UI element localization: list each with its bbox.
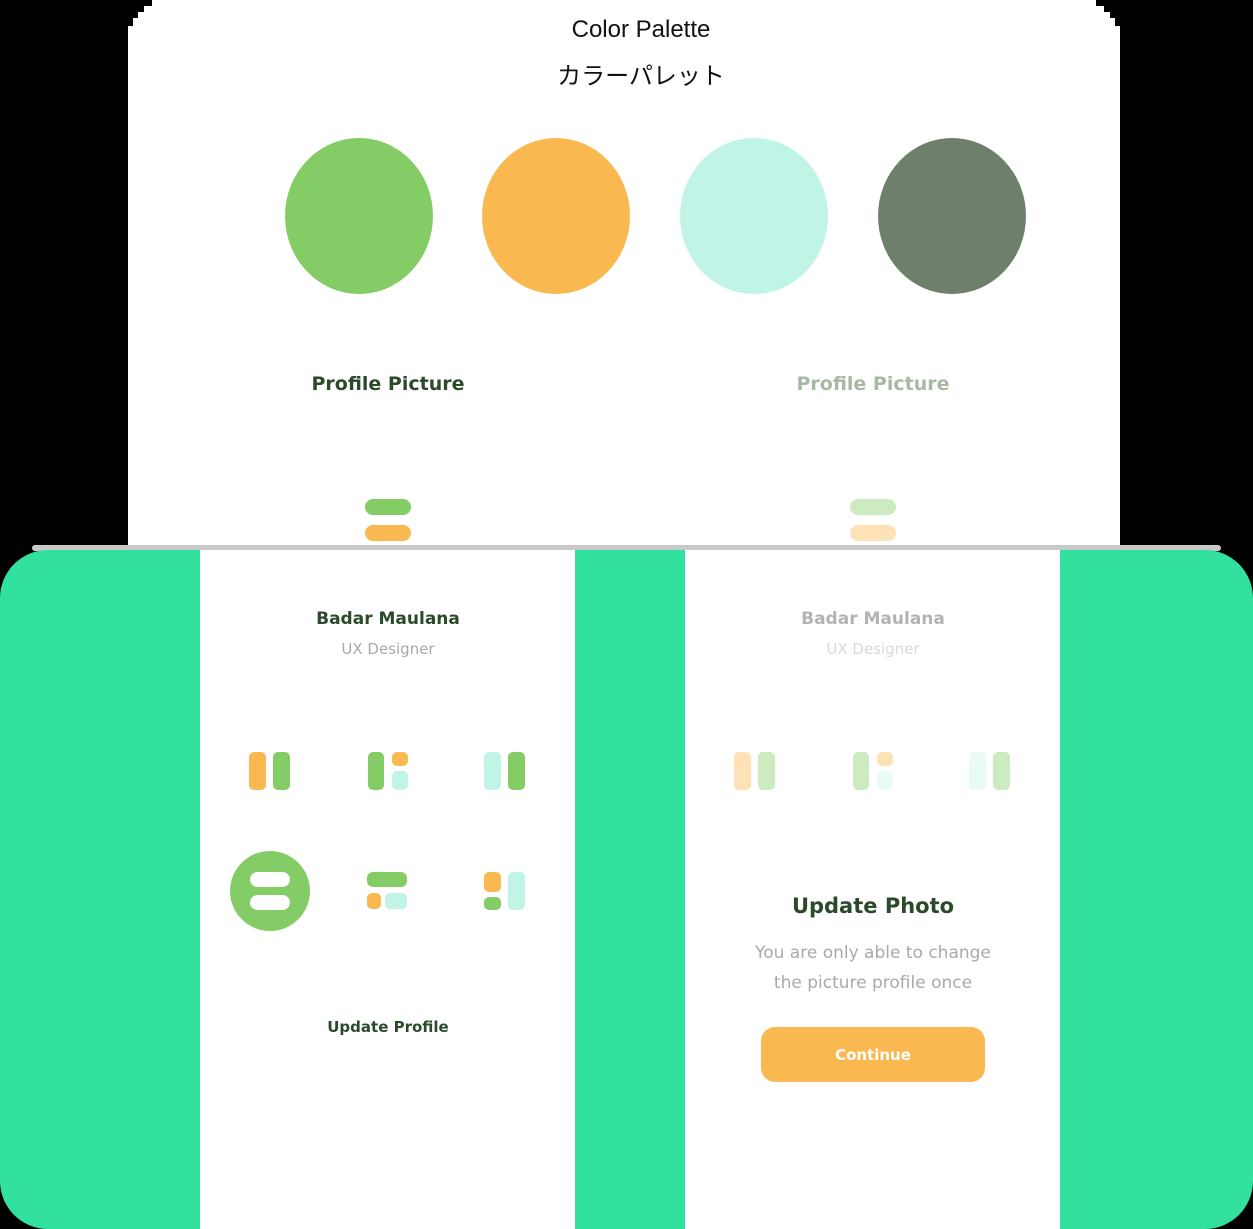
avatar-logo-bottom-bar-faded: [850, 525, 896, 541]
avatar-option-3-faded: [969, 752, 1013, 792]
profile-name-faded: Badar Maulana: [801, 609, 945, 629]
left-heading: Profile Picture: [311, 373, 465, 395]
avatar-option-1[interactable]: [249, 752, 293, 792]
description-line-2: the picture profile once: [773, 973, 973, 993]
description-line-1: You are only able to change: [755, 943, 991, 963]
update-photo-title: Update Photo: [791, 894, 955, 918]
profile-role: UX Designer: [341, 640, 435, 658]
avatar-logo-top-bar: [365, 499, 411, 515]
palette-title: Color Palette: [571, 16, 711, 43]
right-heading: Profile Picture: [796, 373, 950, 395]
avatar-option-2-faded: [853, 752, 897, 792]
swatch-dark-green: [878, 138, 1026, 294]
avatar-option-3[interactable]: [484, 752, 528, 792]
avatar-logo-top-bar-faded: [850, 499, 896, 515]
profile-role-faded: UX Designer: [826, 640, 920, 658]
avatar-option-2[interactable]: [368, 752, 412, 792]
avatar-logo-bottom-bar: [365, 525, 411, 541]
avatar-option-1-faded: [734, 752, 778, 792]
avatar-option-5[interactable]: [367, 872, 411, 912]
continue-button[interactable]: Continue: [761, 1027, 985, 1082]
update-photo-description: You are only able to change the picture …: [723, 938, 1023, 998]
avatar-option-6[interactable]: [484, 872, 528, 912]
swatch-green: [285, 138, 433, 294]
update-profile-button[interactable]: Update Profile: [258, 1018, 518, 1036]
swatch-orange: [482, 138, 630, 294]
profile-name: Badar Maulana: [316, 609, 460, 629]
palette-title-japanese: カラーパレット: [557, 63, 725, 90]
background-panel: [0, 550, 1253, 1229]
avatar-option-selected[interactable]: [230, 851, 310, 931]
swatch-mint: [680, 138, 828, 294]
